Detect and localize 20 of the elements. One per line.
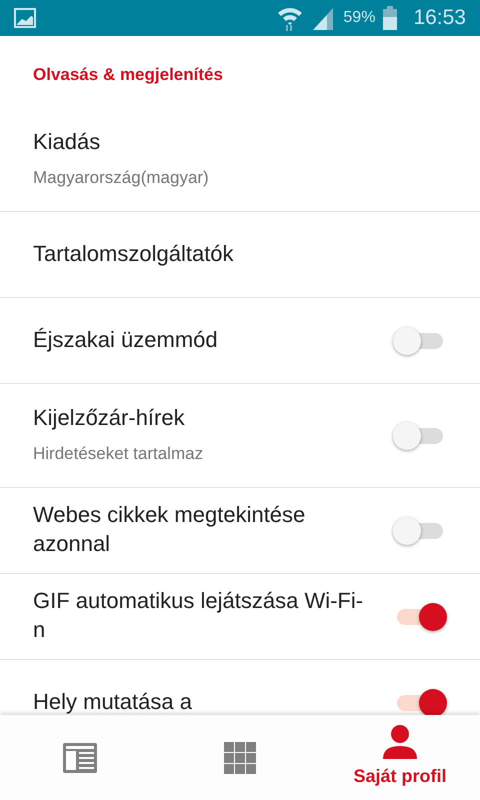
person-icon bbox=[382, 725, 418, 759]
setting-title: Webes cikkek megtekintése azonnal bbox=[33, 501, 306, 558]
newspaper-icon bbox=[63, 742, 97, 772]
grid-icon bbox=[224, 742, 256, 774]
setting-title: Éjszakai üzemmód bbox=[33, 326, 219, 354]
clock: 16:53 bbox=[413, 5, 466, 32]
bottom-nav-tab[interactable]: Saját profil bbox=[320, 715, 480, 800]
wifi-icon bbox=[277, 5, 304, 31]
setting-subtitle: Hirdetéseket tartalmaz bbox=[33, 442, 204, 465]
section-heading: Olvasás & megjelenítés bbox=[32, 64, 224, 86]
setting-title: Tartalomszolgáltatók bbox=[33, 240, 235, 268]
battery-icon bbox=[383, 6, 398, 30]
setting-title: GIF automatikus lejátszása Wi-Fi-n bbox=[33, 587, 364, 644]
setting-subtitle: Magyarország(magyar) bbox=[33, 166, 210, 189]
battery-percentage: 59% bbox=[343, 8, 376, 28]
gallery-icon bbox=[14, 8, 36, 28]
setting-title: Kiadás bbox=[33, 128, 102, 156]
signal-icon bbox=[311, 6, 336, 30]
setting-title: Hely mutatása a bbox=[33, 688, 193, 715]
setting-title: Kijelzőzár-hírek bbox=[33, 404, 186, 432]
